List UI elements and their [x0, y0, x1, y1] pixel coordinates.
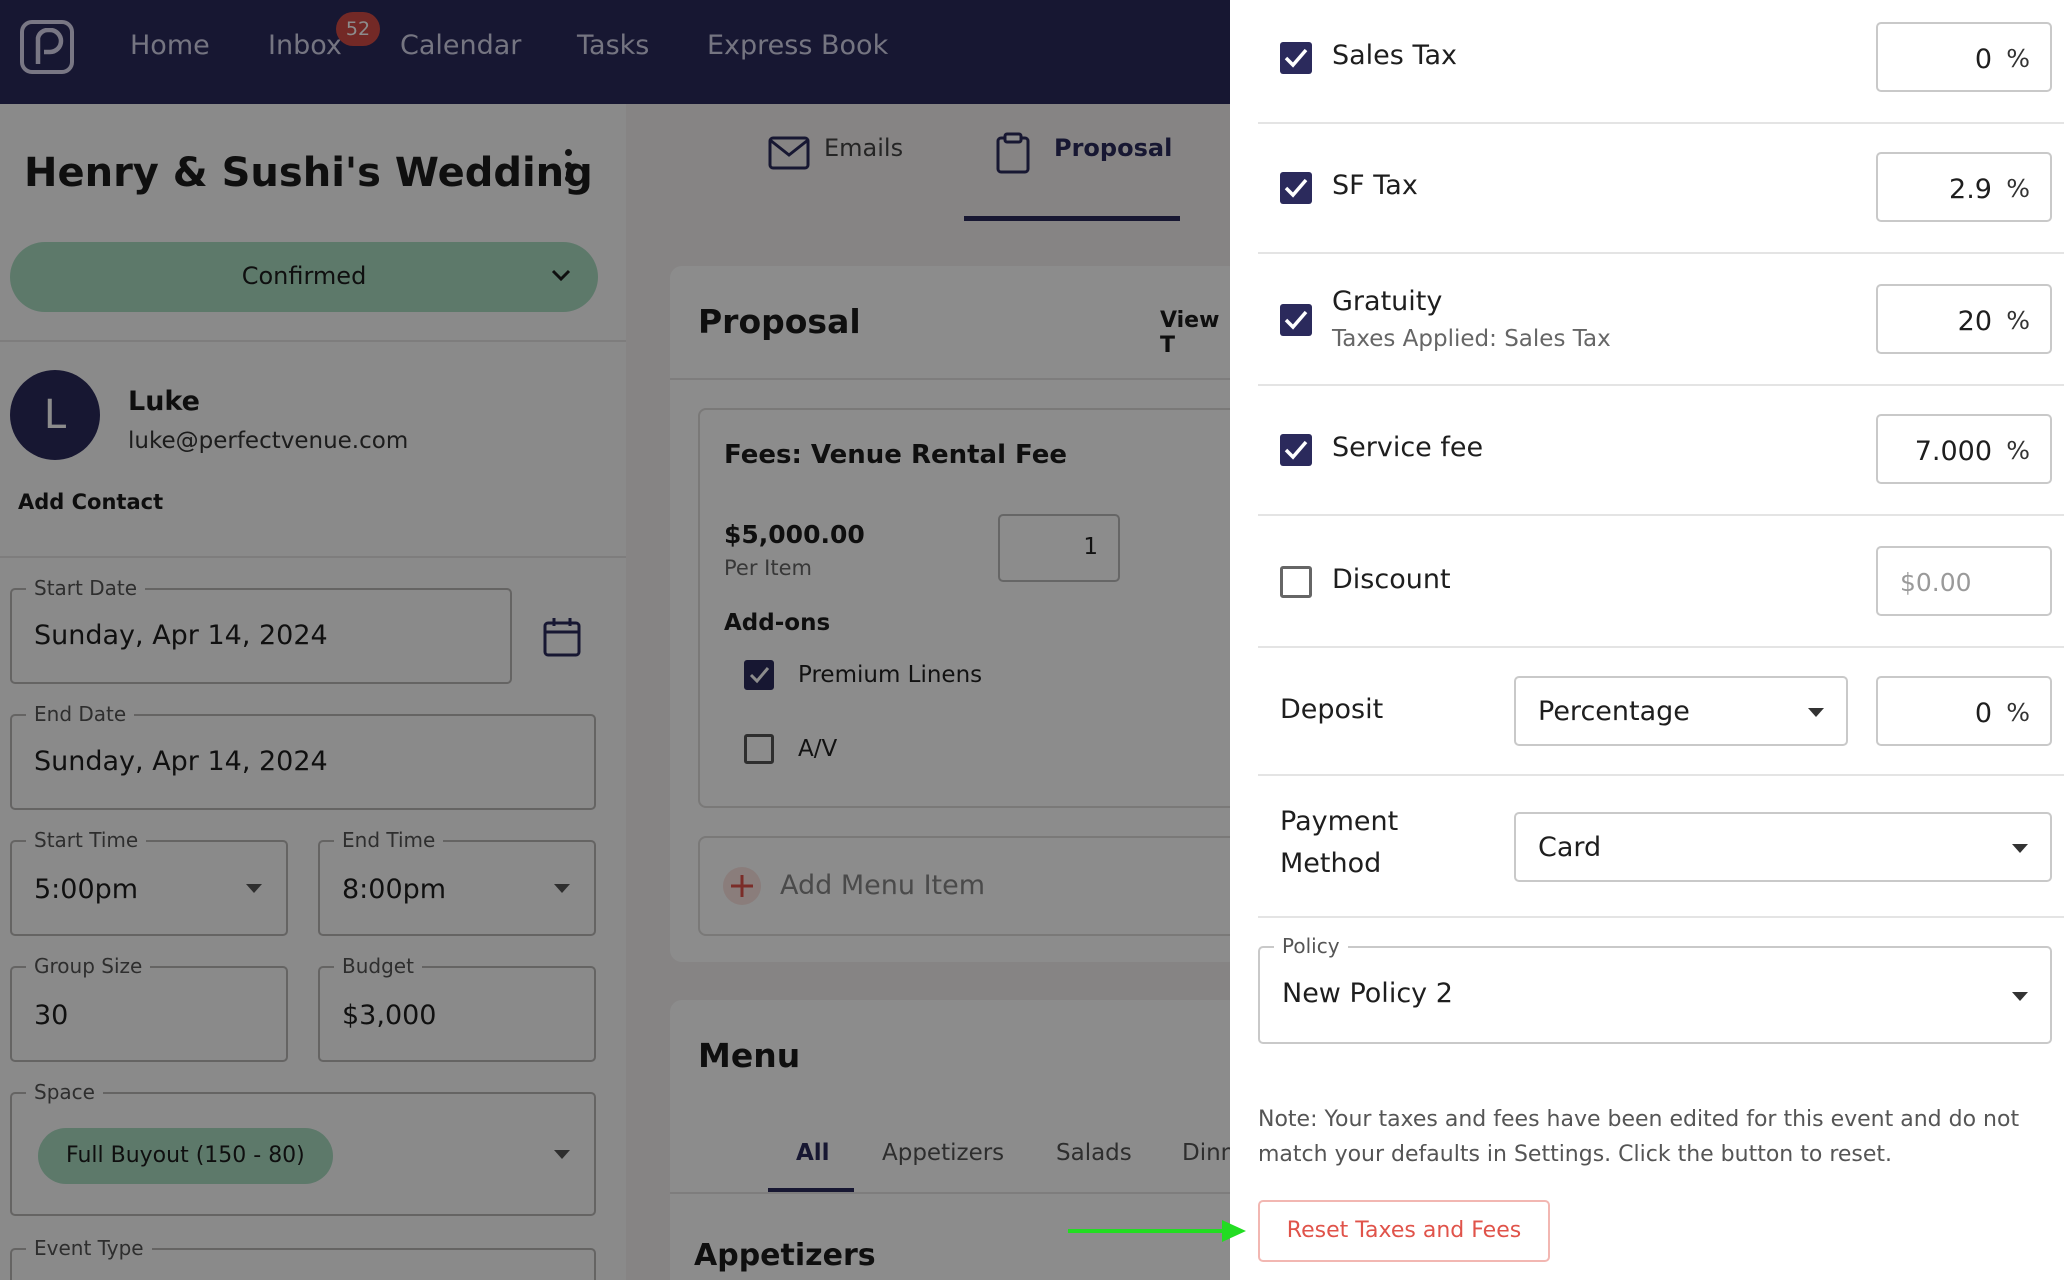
input-value: 20 [1957, 306, 1992, 337]
caret-down-icon [2012, 992, 2028, 1001]
select-value: Percentage [1538, 696, 1690, 727]
row-divider [1258, 514, 2064, 516]
discount-checkbox[interactable] [1280, 566, 1312, 598]
sales-tax-input[interactable]: 0 % [1876, 22, 2052, 92]
percent-unit: % [2006, 44, 2030, 73]
service-fee-checkbox[interactable] [1280, 434, 1312, 466]
select-value: New Policy 2 [1282, 978, 1453, 1009]
payment-method-select[interactable]: Card [1514, 812, 2052, 882]
row-divider [1258, 384, 2064, 386]
payment-method-label-line1: Payment [1280, 806, 1399, 837]
row-divider [1258, 774, 2064, 776]
percent-unit: % [2006, 174, 2030, 203]
field-label: Policy [1274, 934, 1348, 958]
payment-method-label-line2: Method [1280, 848, 1382, 879]
defaults-note: Note: Your taxes and fees have been edit… [1258, 1107, 2020, 1167]
input-value: 7.000 [1914, 436, 1992, 467]
row-divider [1258, 916, 2064, 918]
sales-tax-checkbox[interactable] [1280, 42, 1312, 74]
deposit-label: Deposit [1280, 694, 1384, 725]
input-value: 0 [1974, 44, 1992, 75]
arrow-icon [1068, 1220, 1246, 1242]
sf-tax-input[interactable]: 2.9 % [1876, 152, 2052, 222]
deposit-type-select[interactable]: Percentage [1514, 676, 1848, 746]
percent-unit: % [2006, 436, 2030, 465]
modal-backdrop[interactable] [0, 0, 1230, 1280]
sf-tax-label: SF Tax [1332, 170, 1418, 201]
service-fee-label: Service fee [1332, 432, 1484, 463]
percent-unit: % [2006, 698, 2030, 727]
gratuity-label: Gratuity [1332, 286, 1443, 317]
sales-tax-label: Sales Tax [1332, 40, 1457, 71]
discount-label: Discount [1332, 564, 1451, 595]
percent-unit: % [2006, 306, 2030, 335]
input-placeholder: $0.00 [1900, 568, 1972, 597]
service-fee-input[interactable]: 7.000 % [1876, 414, 2052, 484]
row-divider [1258, 646, 2064, 648]
caret-down-icon [2012, 844, 2028, 853]
discount-input[interactable]: $0.00 [1876, 546, 2052, 616]
row-divider [1258, 122, 2064, 124]
input-value: 2.9 [1949, 174, 1992, 205]
gratuity-checkbox[interactable] [1280, 304, 1312, 336]
gratuity-input[interactable]: 20 % [1876, 284, 2052, 354]
select-value: Card [1538, 832, 1602, 863]
row-divider [1258, 252, 2064, 254]
reset-taxes-fees-button[interactable]: Reset Taxes and Fees [1258, 1200, 1550, 1262]
deposit-input[interactable]: 0 % [1876, 676, 2052, 746]
caret-down-icon [1808, 708, 1824, 717]
sf-tax-checkbox[interactable] [1280, 172, 1312, 204]
gratuity-taxes-applied: Taxes Applied: Sales Tax [1332, 326, 1611, 352]
policy-select[interactable]: Policy New Policy 2 [1258, 934, 2052, 1044]
input-value: 0 [1974, 698, 1992, 729]
